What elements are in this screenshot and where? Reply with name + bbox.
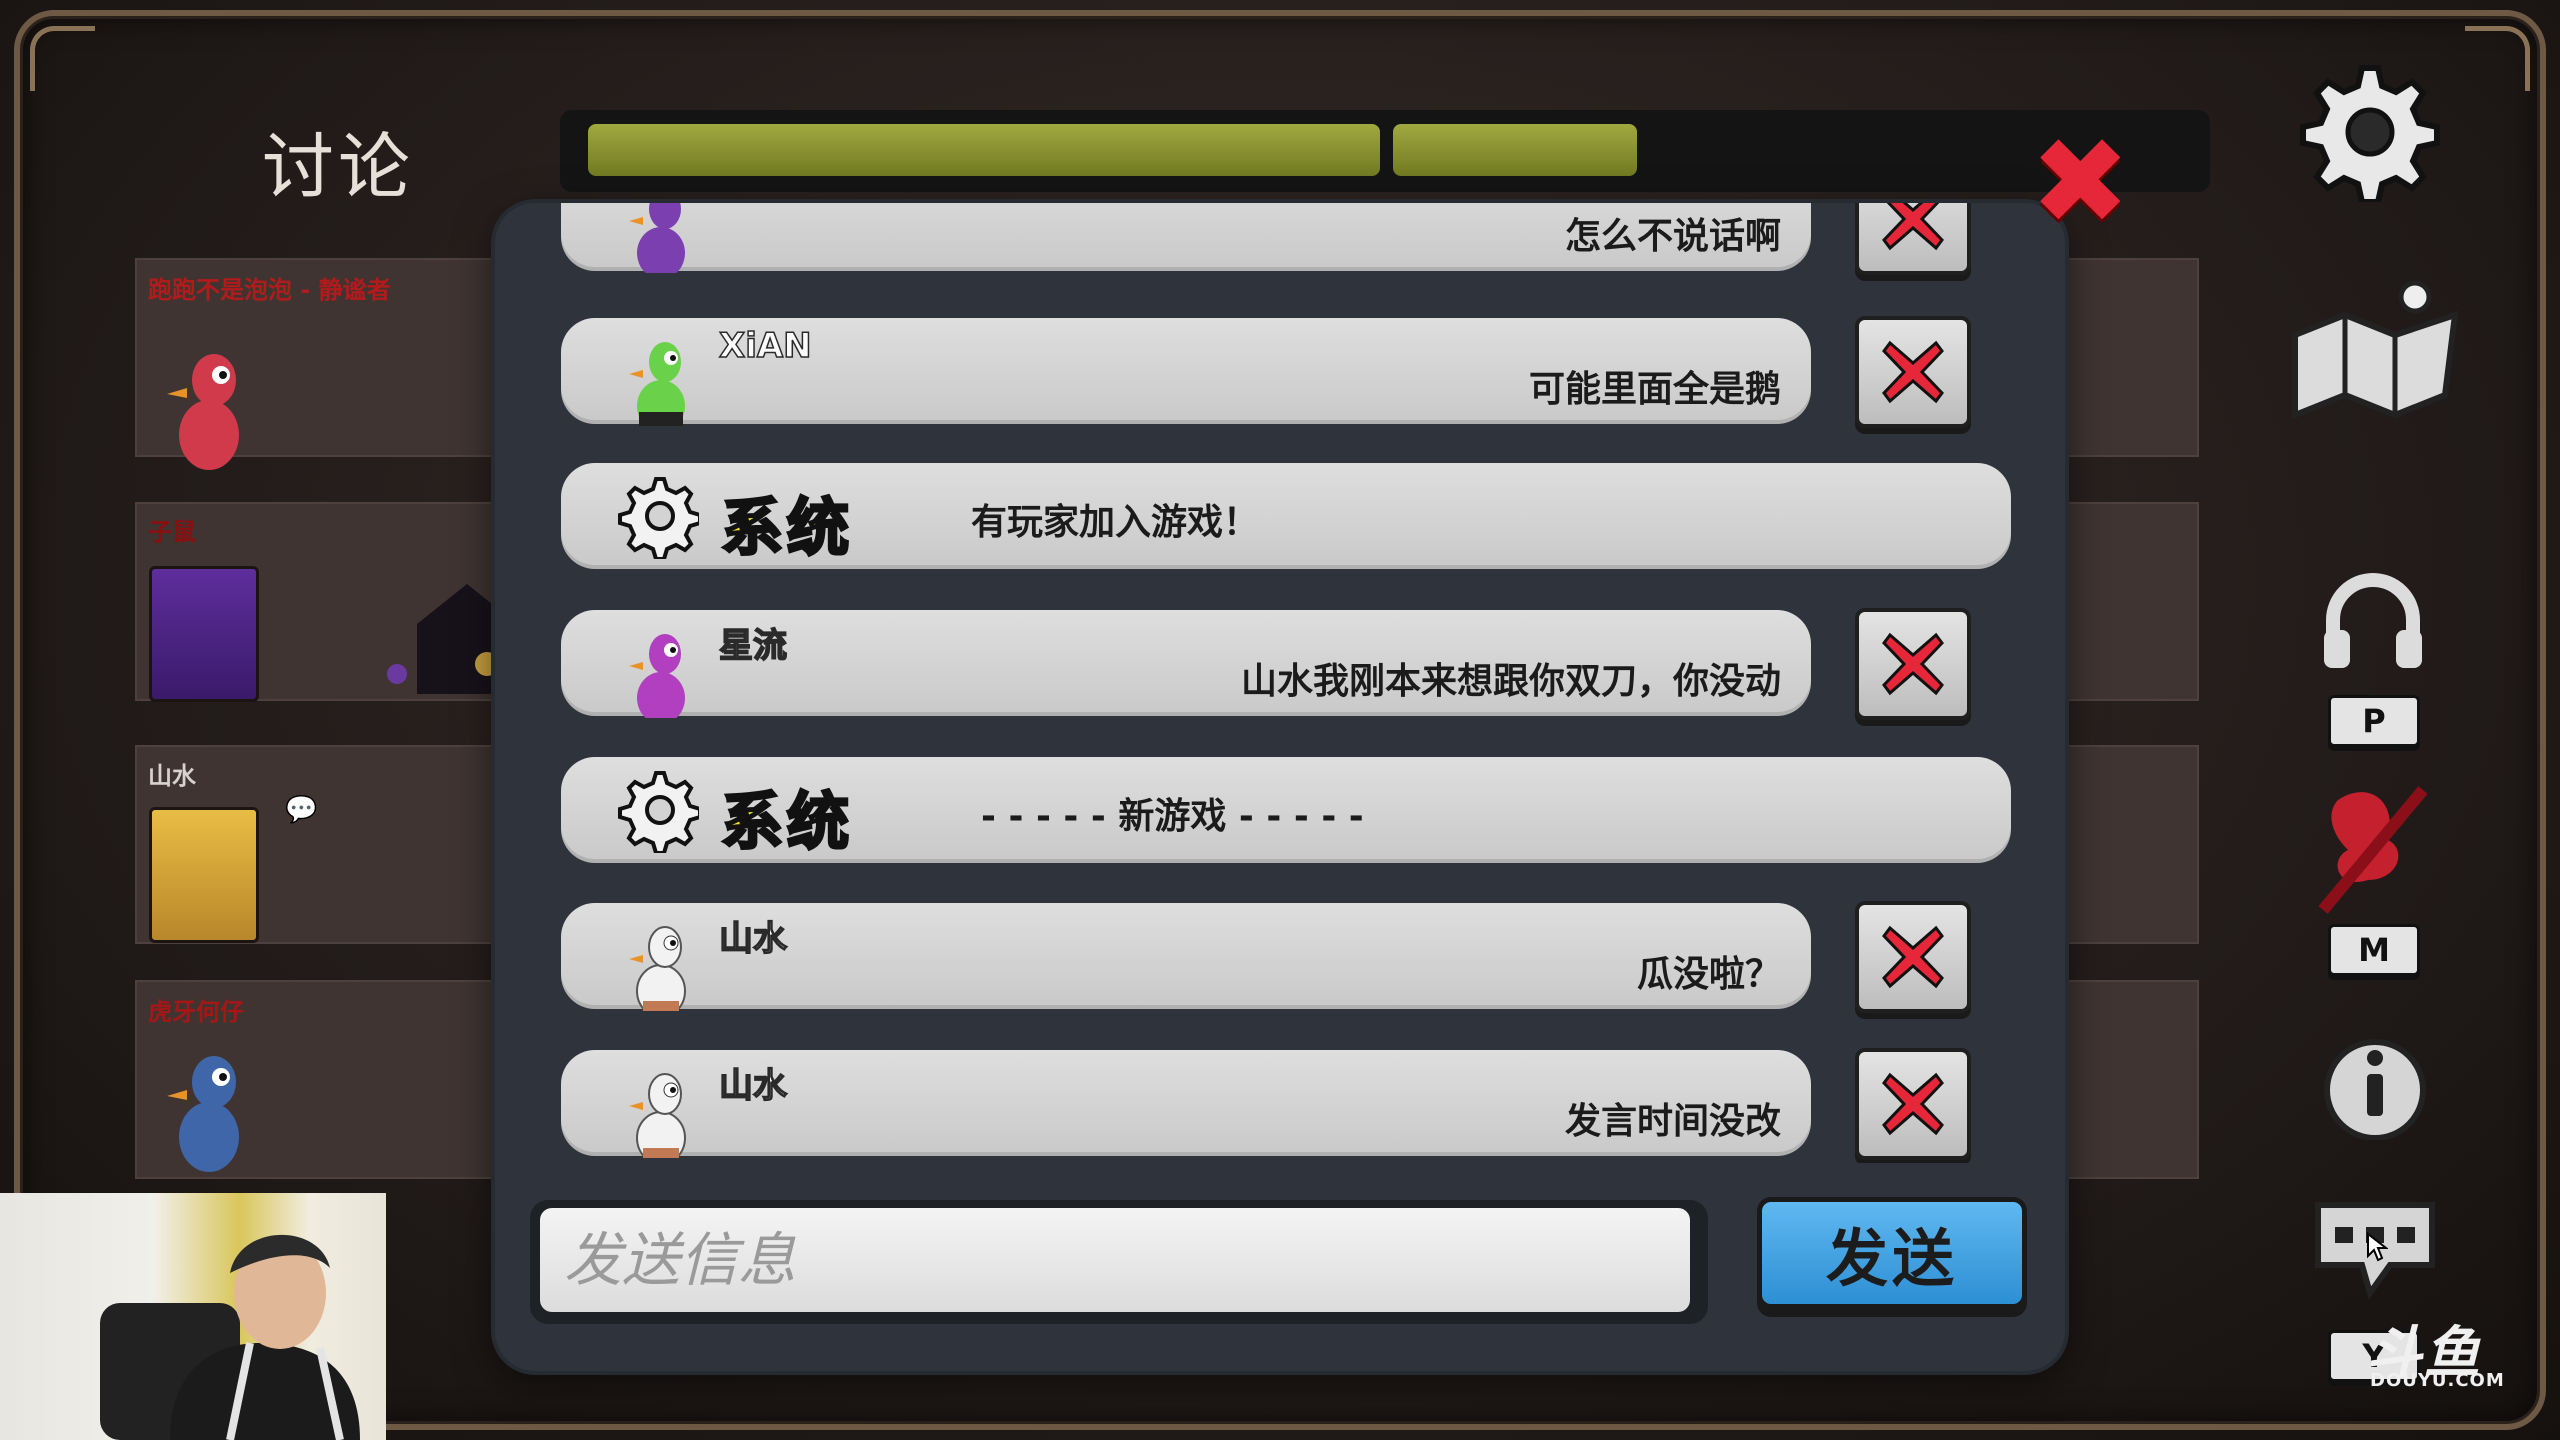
goose-avatar-icon — [629, 1073, 686, 1158]
chat-message: 怎么不说话啊 — [561, 203, 1811, 273]
timer-segment — [588, 124, 1380, 176]
chat-message-text: 瓜没啦？ — [1636, 954, 1781, 995]
close-chat-button[interactable]: ✖ — [2030, 123, 2131, 243]
push-to-talk-key: P — [2328, 695, 2420, 747]
chat-message: 山水 发言时间没改 — [561, 1050, 1811, 1158]
timer-segment — [1393, 124, 1637, 176]
chat-sender-name: 星流 — [718, 625, 788, 667]
system-message-text: 有玩家加入游戏！ — [971, 502, 1260, 543]
chat-sender-name: 山水 — [718, 918, 788, 960]
frame-corner-ornament — [30, 26, 95, 91]
report-message-button[interactable] — [1855, 1048, 1971, 1160]
goose-avatar-icon — [167, 354, 239, 470]
close-x-icon — [1882, 632, 1944, 696]
goose-avatar-icon — [629, 926, 686, 1011]
player-portrait — [149, 807, 259, 943]
screen-title: 讨论 — [262, 125, 415, 209]
chat-message-text: 发言时间没改 — [1564, 1101, 1781, 1142]
report-message-button[interactable] — [1855, 316, 1971, 428]
chat-message-list[interactable]: 怎么不说话啊 XiAN 可能里面全是鹅 系统 有玩家加入游戏！ 星流 山水我刚本… — [495, 203, 2065, 1163]
muted-microphone-icon[interactable] — [2308, 780, 2438, 920]
close-x-icon — [1882, 203, 1944, 251]
player-name: 山水 — [148, 762, 196, 790]
chat-input-wrapper — [530, 1200, 1708, 1324]
system-message: 系统 - - - - - 新游戏 - - - - - — [561, 757, 2011, 863]
streamer-webcam — [0, 1193, 386, 1440]
mute-key: M — [2328, 924, 2420, 976]
close-x-icon — [1882, 925, 1944, 989]
map-icon[interactable] — [2285, 275, 2465, 425]
douyu-watermark: 斗鱼 DOUYU.COM — [2330, 1308, 2520, 1391]
chat-input[interactable] — [540, 1208, 1690, 1312]
goose-avatar-icon — [629, 342, 685, 426]
player-name: 跑跑不是泡泡 - 静谧者 — [148, 276, 391, 304]
report-message-button[interactable] — [1855, 901, 1971, 1013]
headphones-icon[interactable] — [2318, 570, 2428, 670]
player-name: 虎牙何仔 — [148, 998, 244, 1026]
mouse-cursor-icon — [2367, 1232, 2388, 1262]
speech-bubble-icon: 💬 — [285, 795, 318, 825]
player-portrait — [149, 566, 259, 702]
settings-gear-icon[interactable] — [2300, 62, 2440, 202]
system-label: 系统 — [719, 784, 854, 860]
chat-message-text: 可能里面全是鹅 — [1528, 369, 1781, 410]
frame-corner-ornament — [2465, 26, 2530, 91]
player-name: 子鼠 — [148, 518, 196, 546]
chat-message: 星流 山水我刚本来想跟你双刀，你没动 — [561, 610, 1811, 718]
chat-message-text: 山水我刚本来想跟你双刀，你没动 — [1240, 661, 1781, 702]
send-button[interactable]: 发送 — [1757, 1197, 2027, 1309]
goose-avatar-icon — [629, 634, 685, 718]
system-label: 系统 — [719, 490, 854, 566]
discussion-timer-bar — [560, 110, 2210, 192]
info-icon[interactable] — [2320, 1030, 2430, 1140]
chat-message-text: 怎么不说话啊 — [1564, 216, 1781, 257]
chat-sender-name: 山水 — [718, 1065, 788, 1107]
chat-message: XiAN 可能里面全是鹅 — [561, 318, 1811, 426]
watermark-domain: DOUYU.COM — [2370, 1370, 2505, 1391]
system-message: 系统 有玩家加入游戏！ — [561, 463, 2011, 569]
streamer-figure — [100, 1234, 360, 1440]
chat-message: 山水 瓜没啦？ — [561, 903, 1811, 1011]
game-screen: 讨论 跑跑不是泡泡 - 静谧者 子鼠 💬 山水 虎牙何仔 怎么不说话啊 XiAN… — [0, 0, 2560, 1440]
close-x-icon — [1882, 340, 1944, 404]
system-message-text: - - - - - 新游戏 - - - - - — [981, 796, 1364, 837]
gear-icon — [618, 477, 699, 559]
gear-icon — [618, 771, 699, 853]
chat-sender-name: XiAN — [718, 325, 812, 367]
goose-avatar-icon — [167, 1056, 239, 1172]
goose-avatar-icon — [629, 203, 685, 273]
close-x-icon — [1882, 1072, 1944, 1136]
report-message-button[interactable] — [1855, 203, 1971, 275]
report-message-button[interactable] — [1855, 608, 1971, 720]
